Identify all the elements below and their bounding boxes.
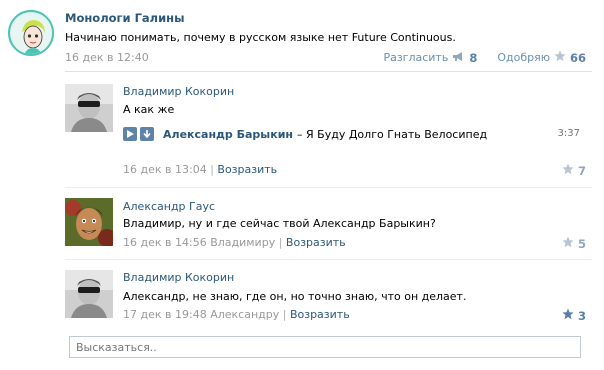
comment-author[interactable]: Владимир Кокорин xyxy=(123,271,234,284)
star-icon[interactable] xyxy=(562,236,574,251)
comment-divider xyxy=(65,259,592,260)
reply-link[interactable]: Возразить xyxy=(290,308,350,321)
comment-meta: 16 дек в 14:56 Владимиру | Возразить xyxy=(123,236,346,249)
community-avatar[interactable] xyxy=(8,10,54,56)
like-count: 5 xyxy=(577,236,586,251)
like-count: 7 xyxy=(577,163,586,178)
like-label[interactable]: Одобряю xyxy=(497,51,550,64)
reply-to[interactable]: Владимиру xyxy=(210,236,275,249)
post-divider xyxy=(65,71,592,72)
audio-artist[interactable]: Александр Барыкин xyxy=(163,128,293,141)
like-count: 3 xyxy=(577,308,586,323)
avatar-illustration xyxy=(11,13,52,54)
avatar-photo xyxy=(65,198,113,246)
comment-date[interactable]: 16 дек в 14:56 xyxy=(123,236,207,249)
comment-like[interactable]: 7 xyxy=(562,163,586,178)
star-icon[interactable] xyxy=(554,50,566,65)
avatar-photo xyxy=(65,270,113,318)
comment-text: Александр, не знаю, где он, но точно зна… xyxy=(123,290,467,303)
comment-avatar[interactable] xyxy=(65,198,113,246)
reply-link[interactable]: Возразить xyxy=(286,236,346,249)
comment-author[interactable]: Владимир Кокорин xyxy=(123,85,234,98)
comment-author[interactable]: Александр Гаус xyxy=(123,200,215,213)
audio-duration: 3:37 xyxy=(557,128,580,139)
meta-separator: | xyxy=(278,236,283,249)
post-author[interactable]: Монологи Галины xyxy=(65,11,185,25)
megaphone-icon[interactable] xyxy=(452,51,465,65)
avatar-photo xyxy=(65,84,113,132)
reply-to[interactable]: Александру xyxy=(210,308,279,321)
meta-separator: | xyxy=(210,163,214,176)
comment-text: Владимир, ну и где сейчас твой Александр… xyxy=(123,217,436,230)
comment-text: А как же xyxy=(123,103,175,116)
like-count: 66 xyxy=(569,50,586,65)
comment-meta: 17 дек в 19:48 Александру | Возразить xyxy=(123,308,350,321)
comment-like[interactable]: 5 xyxy=(562,236,586,251)
star-icon[interactable] xyxy=(562,163,574,178)
audio-title: – Я Буду Долго Гнать Велосипед xyxy=(297,127,488,141)
comment-meta: 16 дек в 13:04 | Возразить xyxy=(123,163,277,176)
post-actions: Разгласить 8 Одобряю 66 xyxy=(383,50,586,65)
comment-divider xyxy=(65,187,592,188)
add-audio-icon[interactable] xyxy=(140,127,154,141)
share-count: 8 xyxy=(469,50,478,65)
play-icon[interactable] xyxy=(123,127,137,141)
comment-like[interactable]: 3 xyxy=(562,308,586,323)
comment-avatar[interactable] xyxy=(65,270,113,318)
post-text: Начинаю понимать, почему в русском языке… xyxy=(65,31,456,44)
comment-date[interactable]: 17 дек в 19:48 xyxy=(123,308,207,321)
comment-date[interactable]: 16 дек в 13:04 xyxy=(123,163,207,176)
audio-attachment: Александр Барыкин – Я Буду Долго Гнать В… xyxy=(123,127,588,141)
post-date[interactable]: 16 дек в 12:40 xyxy=(65,51,149,64)
reply-input[interactable]: Высказаться.. xyxy=(69,336,581,358)
comment-avatar[interactable] xyxy=(65,84,113,132)
reply-link[interactable]: Возразить xyxy=(217,163,277,176)
share-label[interactable]: Разгласить xyxy=(383,51,448,64)
star-icon[interactable] xyxy=(562,308,574,323)
meta-separator: | xyxy=(282,308,287,321)
